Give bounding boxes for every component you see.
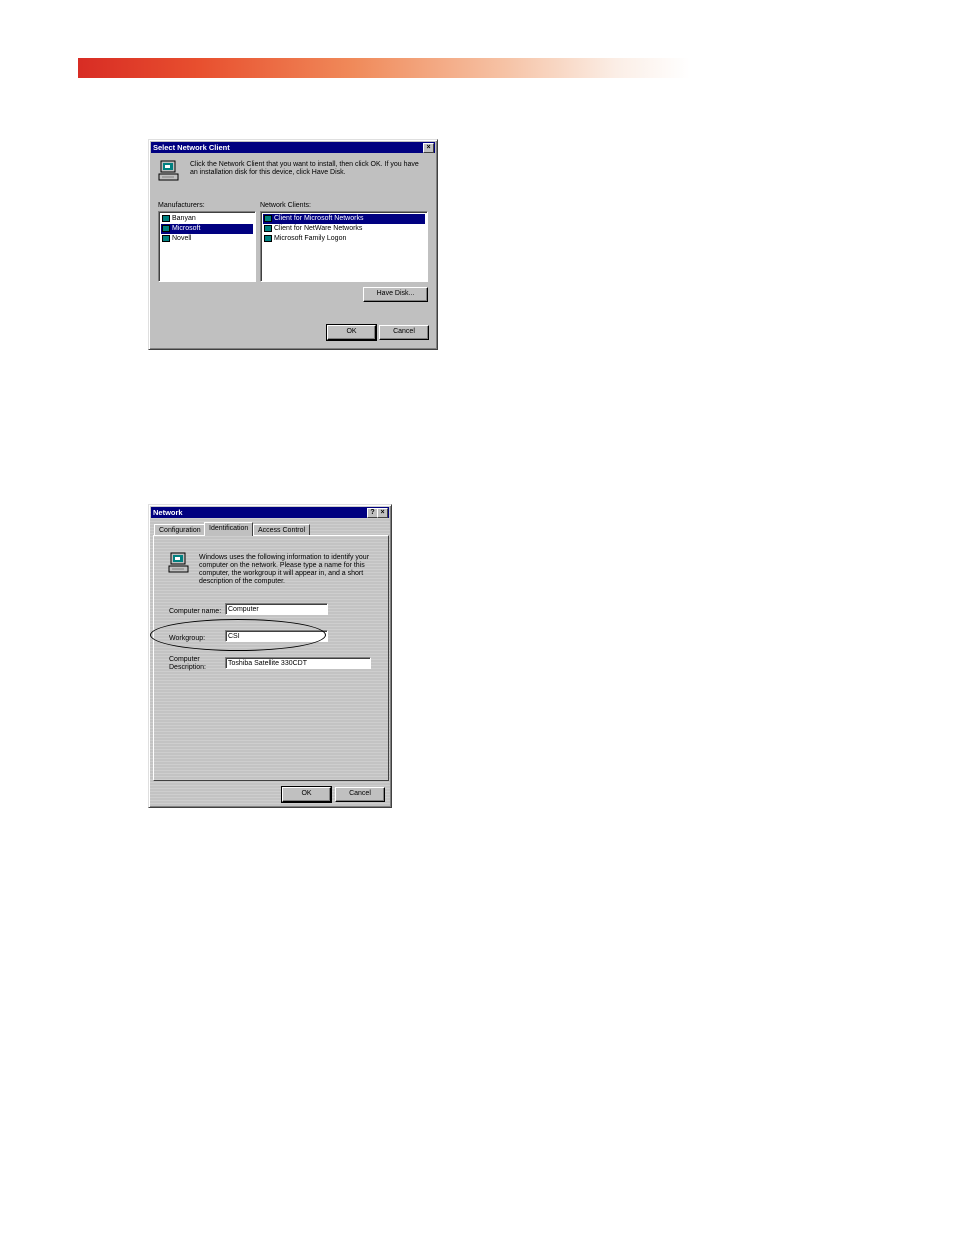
computer-description-field[interactable]: Toshiba Satellite 330CDT [225, 657, 371, 669]
tab-identification[interactable]: Identification [204, 522, 254, 536]
info-line-4: description of the computer. [199, 578, 285, 585]
client-icon [264, 235, 272, 242]
computer-name-label: Computer name: [169, 608, 222, 615]
dialog-titlebar: Select Network Client × [151, 142, 435, 153]
list-item[interactable]: Banyan [161, 214, 253, 224]
client-icon [264, 225, 272, 232]
close-icon[interactable]: × [377, 508, 388, 518]
list-item[interactable]: Client for NetWare Networks [263, 224, 425, 234]
workgroup-highlight-ellipse [150, 619, 326, 651]
network-computer-icon [158, 160, 179, 181]
list-item[interactable]: Microsoft Family Logon [263, 234, 425, 244]
network-computer-icon [168, 552, 189, 573]
manufacturer-icon [162, 225, 170, 232]
network-clients-list[interactable]: Client for Microsoft Networks Client for… [260, 211, 428, 282]
have-disk-button[interactable]: Have Disk... [363, 287, 428, 302]
instructions-line-1: Click the Network Client that you want t… [190, 161, 419, 168]
identification-panel: Windows uses the following information t… [153, 535, 389, 781]
instructions-line-2: an installation disk for this device, cl… [190, 169, 346, 176]
select-network-client-dialog: Select Network Client × Click the Networ… [148, 139, 438, 350]
manufacturer-icon [162, 235, 170, 242]
ok-button[interactable]: OK [281, 786, 332, 803]
info-line-2: computer on the network. Please type a n… [199, 562, 365, 569]
cancel-button[interactable]: Cancel [335, 787, 385, 802]
list-item[interactable]: Microsoft [161, 224, 253, 234]
dialog-titlebar: Network ? × [151, 507, 389, 518]
dialog-title: Network [153, 508, 183, 517]
list-item[interactable]: Client for Microsoft Networks [263, 214, 425, 224]
description-label-line-2: Description: [169, 664, 206, 671]
list-item[interactable]: Novell [161, 234, 253, 244]
computer-name-field[interactable]: Computer [225, 603, 328, 615]
network-clients-label: Network Clients: [260, 202, 311, 209]
header-color-band [78, 58, 690, 78]
ok-button[interactable]: OK [326, 324, 377, 341]
manufacturer-icon [162, 215, 170, 222]
info-line-1: Windows uses the following information t… [199, 554, 370, 561]
info-line-3: computer, the workgroup it will appear i… [199, 570, 364, 577]
description-label-line-1: Computer [169, 656, 200, 663]
close-icon[interactable]: × [423, 143, 434, 153]
network-properties-dialog: Network ? × Configuration Identification… [148, 504, 392, 808]
manufacturers-list[interactable]: Banyan Microsoft Novell [158, 211, 256, 282]
dialog-title: Select Network Client [153, 143, 230, 152]
manufacturers-label: Manufacturers: [158, 202, 205, 209]
cancel-button[interactable]: Cancel [379, 325, 429, 340]
client-icon [264, 215, 272, 222]
